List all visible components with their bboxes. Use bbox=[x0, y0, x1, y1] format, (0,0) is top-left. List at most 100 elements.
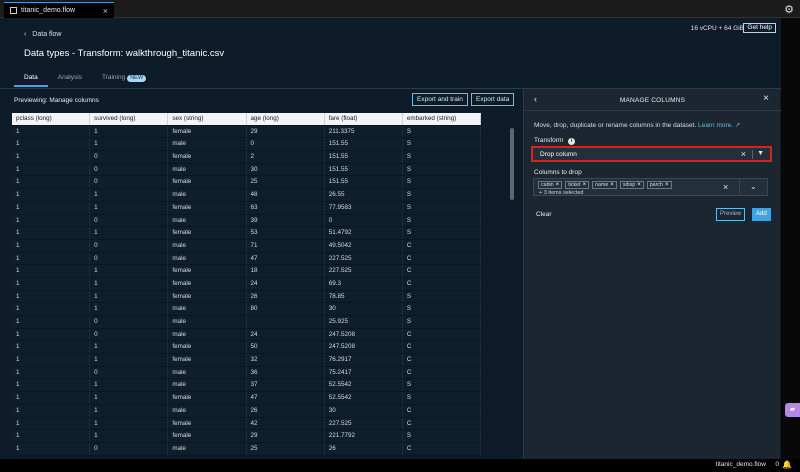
table-cell: 0 bbox=[90, 239, 169, 252]
tab-analysis[interactable]: Analysis bbox=[48, 71, 92, 87]
table-cell: male bbox=[168, 214, 247, 227]
table-row: 1 0 female 25 151.55 S bbox=[12, 176, 481, 190]
transform-select[interactable]: Drop column × ▼ bbox=[531, 146, 772, 162]
table-cell: 52.5542 bbox=[325, 379, 403, 392]
get-help-button[interactable]: Get help bbox=[743, 23, 776, 33]
table-row: 1 0 male 39 0 S bbox=[12, 214, 481, 228]
column-header[interactable]: survived (long) bbox=[90, 113, 169, 125]
remove-chip-icon[interactable]: × bbox=[556, 182, 560, 188]
remove-chip-icon[interactable]: × bbox=[583, 182, 587, 188]
column-header[interactable]: age (long) bbox=[247, 113, 325, 125]
tab-label: Data bbox=[24, 74, 38, 81]
table-cell: 1 bbox=[12, 151, 91, 163]
tab-label: Training bbox=[101, 74, 126, 81]
clear-button[interactable]: Clear bbox=[536, 211, 552, 218]
table-scrollbar[interactable] bbox=[510, 128, 514, 200]
table-cell: 0 bbox=[90, 328, 169, 341]
table-row: 1 1 male 48 26.55 S bbox=[12, 189, 481, 202]
table-cell: 1 bbox=[12, 277, 91, 290]
table-cell: 71 bbox=[247, 239, 325, 252]
table-cell: male bbox=[168, 163, 247, 176]
table-row: 1 1 male 0 151.55 S bbox=[12, 138, 481, 152]
table-cell: 151.55 bbox=[325, 176, 403, 189]
table-cell: 1 bbox=[12, 392, 91, 404]
column-chip: sibsp × bbox=[619, 181, 644, 189]
table-cell: 1 bbox=[90, 430, 169, 442]
more-selected-count: + 3 items selected bbox=[539, 190, 584, 196]
clear-all-icon[interactable]: × bbox=[723, 182, 728, 192]
settings-icon[interactable]: ⚙ bbox=[784, 3, 794, 16]
export-data-button[interactable]: Export data bbox=[471, 93, 515, 106]
clear-selection-icon[interactable]: × bbox=[741, 149, 746, 159]
table-cell: 1 bbox=[90, 392, 169, 404]
transform-label: Transform i bbox=[534, 137, 576, 145]
selected-column-chips: cabin × ticket × name × sibsp × parch × bbox=[538, 181, 672, 189]
table-cell: 26 bbox=[247, 404, 325, 417]
chevron-left-icon: ‹ bbox=[24, 31, 27, 38]
learn-more-link[interactable]: Learn more. bbox=[698, 122, 733, 129]
columns-to-drop-multiselect[interactable]: cabin × ticket × name × sibsp × parch × + 3 items… bbox=[533, 178, 768, 196]
back-to-data-flow-link[interactable]: ‹ Data flow bbox=[24, 31, 61, 38]
table-cell: male bbox=[168, 379, 247, 392]
table-cell: 18 bbox=[247, 265, 325, 277]
table-cell: 1 bbox=[12, 176, 91, 189]
table-cell: 1 bbox=[12, 201, 91, 214]
table-cell: 1 bbox=[90, 379, 169, 392]
table-cell: 24 bbox=[247, 277, 325, 290]
table-cell: S bbox=[403, 138, 481, 151]
table-cell: male bbox=[168, 442, 247, 455]
info-icon[interactable]: i bbox=[568, 138, 576, 145]
preview-button[interactable]: Preview bbox=[716, 208, 746, 221]
table-cell: 1 bbox=[90, 404, 169, 417]
export-and-train-button[interactable]: Export and train bbox=[412, 93, 468, 106]
chip-label: cabin bbox=[541, 182, 554, 188]
column-chip: parch × bbox=[646, 181, 672, 189]
table-cell: 25 bbox=[247, 442, 325, 455]
add-button[interactable]: Add bbox=[752, 208, 771, 221]
table-cell: male bbox=[168, 316, 247, 328]
chip-label: name bbox=[595, 182, 609, 188]
table-row: 1 0 male 71 49.5042 C bbox=[12, 239, 481, 253]
table-cell: male bbox=[168, 138, 247, 151]
table-row: 1 1 female 47 52.5542 S bbox=[12, 392, 481, 405]
bell-icon[interactable]: 🔔 bbox=[782, 460, 792, 469]
back-link-label: Data flow bbox=[32, 31, 62, 38]
close-tab-icon[interactable]: × bbox=[103, 6, 108, 16]
table-cell: 24 bbox=[247, 328, 325, 341]
remove-chip-icon[interactable]: × bbox=[637, 182, 641, 188]
column-header[interactable]: fare (float) bbox=[325, 113, 403, 125]
chevron-down-icon[interactable]: ⌄ bbox=[750, 182, 757, 191]
table-row: 1 1 female 26 78.85 S bbox=[12, 290, 481, 304]
table-row: 1 1 male 37 52.5542 S bbox=[12, 379, 481, 393]
remove-chip-icon[interactable]: × bbox=[610, 182, 614, 188]
tab-training[interactable]: Training NEW bbox=[92, 71, 156, 87]
table-row: 1 1 male 26 30 C bbox=[12, 404, 481, 418]
table-cell: 26 bbox=[247, 290, 325, 303]
file-tab[interactable]: titanic_demo.flow × bbox=[4, 2, 114, 18]
page-title: Data types - Transform: walkthrough_tita… bbox=[24, 48, 225, 59]
table-cell: 1 bbox=[12, 252, 91, 265]
table-cell: 63 bbox=[247, 201, 325, 214]
table-cell: 1 bbox=[90, 277, 169, 290]
table-cell: 25 bbox=[247, 176, 325, 189]
column-header[interactable]: embarked (string) bbox=[403, 113, 481, 125]
table-cell: C bbox=[403, 366, 481, 379]
close-icon[interactable]: × bbox=[763, 93, 769, 104]
tab-data[interactable]: Data bbox=[14, 71, 48, 87]
table-cell: 0 bbox=[90, 252, 169, 265]
column-header[interactable]: sex (string) bbox=[168, 113, 247, 125]
chat-assistant-icon[interactable]: ▰ bbox=[785, 403, 800, 417]
column-header[interactable]: pclass (long) bbox=[12, 113, 91, 125]
table-cell: 26 bbox=[325, 442, 403, 455]
table-cell: 0 bbox=[90, 176, 169, 189]
table-cell: 37 bbox=[247, 379, 325, 392]
column-chip: ticket × bbox=[565, 181, 590, 189]
dropdown-arrow-icon[interactable]: ▼ bbox=[757, 150, 764, 157]
panel-description: Move, drop, duplicate or rename columns … bbox=[534, 121, 740, 129]
table-cell: 32 bbox=[247, 354, 325, 366]
remove-chip-icon[interactable]: × bbox=[665, 182, 669, 188]
table-cell: female bbox=[168, 354, 247, 366]
table-cell: C bbox=[403, 265, 481, 277]
table-cell: 30 bbox=[325, 303, 403, 315]
table-cell: 1 bbox=[12, 303, 91, 315]
